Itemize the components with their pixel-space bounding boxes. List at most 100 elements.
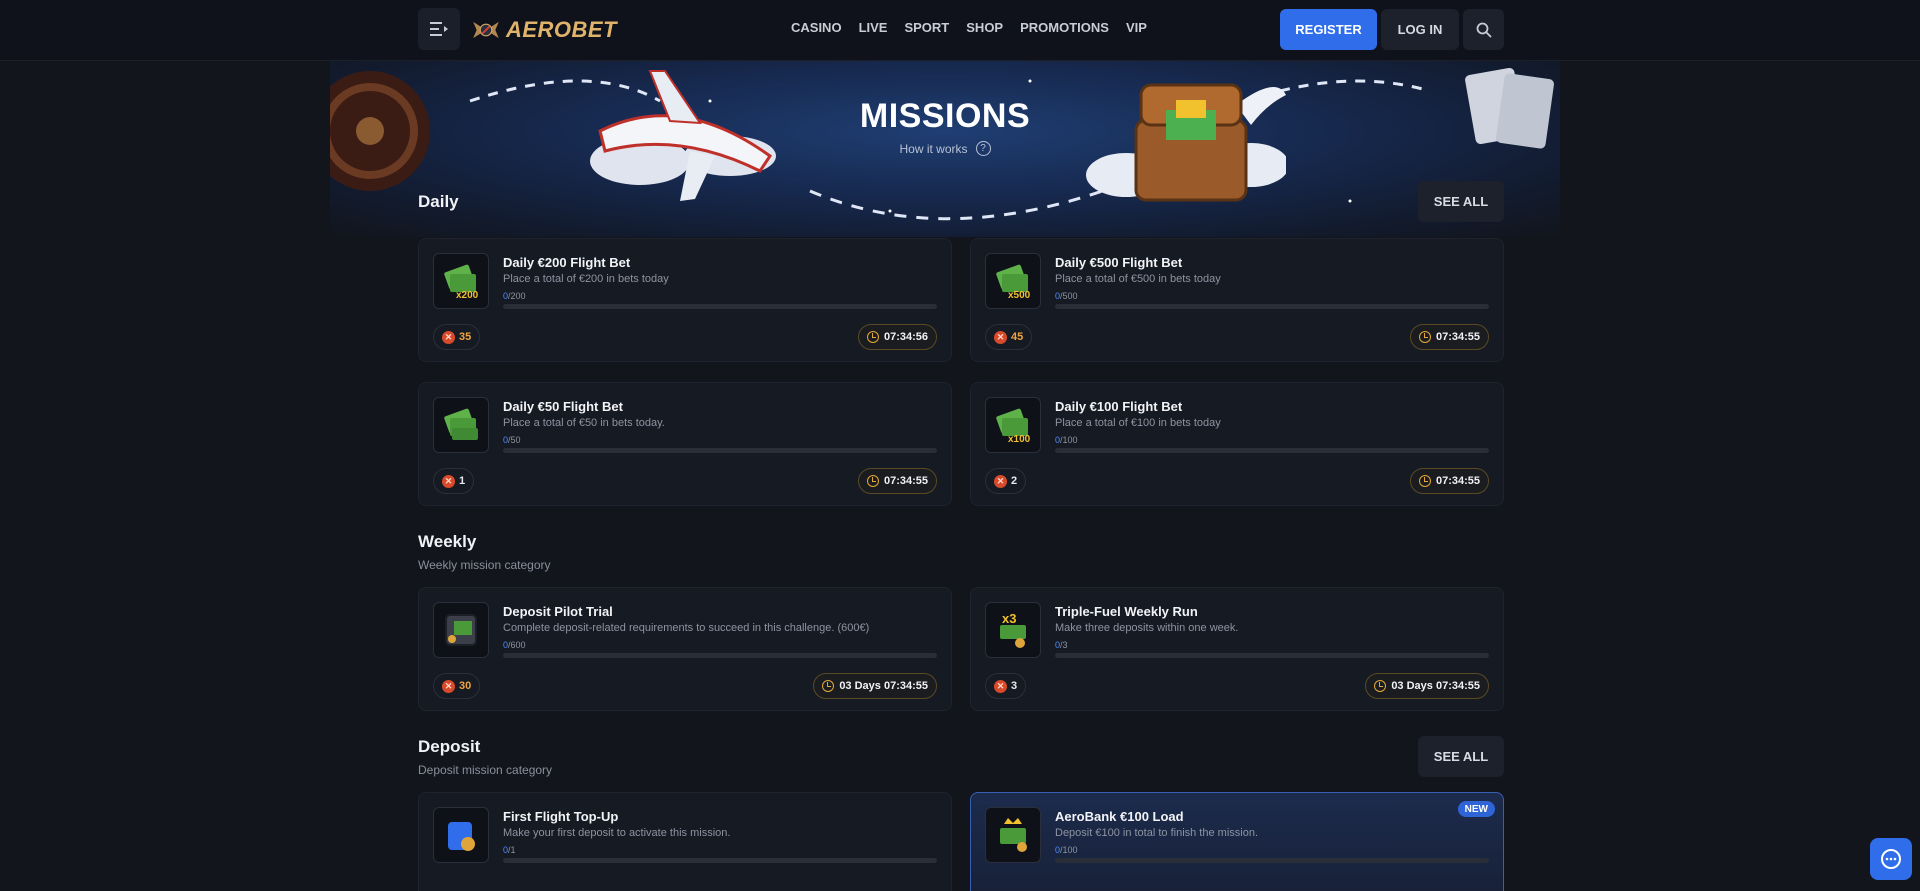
clock-icon: [866, 331, 879, 343]
mission-card[interactable]: x200 Daily €200 Flight Bet Place a total…: [418, 238, 952, 362]
nav-promotions[interactable]: PROMOTIONS: [1020, 20, 1109, 35]
top-navigation-bar: AEROBET CASINO LIVE SPORT SHOP PROMOTION…: [0, 0, 1920, 61]
mission-card[interactable]: x100 Daily €100 Flight Bet Place a total…: [970, 382, 1504, 506]
mission-title: AeroBank €100 Load: [1055, 809, 1184, 824]
brand-name: AEROBET: [505, 17, 617, 42]
wallet-1st-icon: [433, 807, 489, 863]
countdown-timer: 07:34:55: [1409, 468, 1489, 494]
mission-title: Daily €200 Flight Bet: [503, 255, 631, 270]
reward-points-badge: ✕ 1: [433, 468, 475, 494]
mission-progress-bar: [503, 653, 937, 658]
countdown-timer: 07:34:55: [1409, 324, 1489, 350]
chat-icon: [1881, 849, 1901, 869]
mission-description: Deposit €100 in total to finish the miss…: [1055, 827, 1259, 839]
clock-icon: [1418, 331, 1431, 343]
question-mark-icon: ?: [975, 141, 991, 156]
reward-points-badge: ✕ 3: [985, 673, 1027, 699]
section-title-deposit: Deposit: [418, 737, 481, 756]
svg-text:x200: x200: [456, 290, 479, 301]
search-button[interactable]: [1463, 9, 1504, 50]
mission-card[interactable]: x500 Daily €500 Flight Bet Place a total…: [970, 238, 1504, 362]
section-subtitle-deposit: Deposit mission category: [418, 763, 553, 777]
countdown-timer: 07:34:55: [857, 468, 937, 494]
cash-x100-icon: x100: [985, 397, 1041, 453]
nav-casino[interactable]: CASINO: [791, 20, 842, 35]
mission-progress-bar: [503, 858, 937, 863]
reward-coin-icon: ✕: [442, 679, 455, 693]
nav-shop[interactable]: SHOP: [966, 20, 1003, 35]
mission-progress-count: 0/600: [503, 640, 526, 650]
mission-description: Make three deposits within one week.: [1055, 622, 1239, 634]
countdown-timer: 03 Days 07:34:55: [813, 673, 937, 699]
live-chat-button[interactable]: [1870, 838, 1912, 880]
page-title: MISSIONS: [859, 97, 1031, 135]
mission-card-featured[interactable]: NEW AeroBank €100 Load Deposit €100 in t…: [970, 792, 1504, 891]
cash-crown-icon: [985, 807, 1041, 863]
reward-coin-icon: ✕: [442, 330, 455, 344]
clock-icon: [866, 475, 879, 487]
mission-description: Complete deposit-related requirements to…: [503, 622, 870, 634]
mission-description: Place a total of €100 in bets today: [1055, 417, 1221, 429]
reward-coin-icon: ✕: [994, 330, 1007, 344]
clock-icon: [1374, 680, 1387, 692]
mission-progress-bar: [1055, 653, 1489, 658]
register-button[interactable]: REGISTER: [1280, 9, 1377, 50]
mission-card[interactable]: First Flight Top-Up Make your first depo…: [418, 792, 952, 891]
mission-title: Daily €500 Flight Bet: [1055, 255, 1183, 270]
menu-toggle-button[interactable]: [418, 8, 460, 50]
mission-description: Place a total of €500 in bets today: [1055, 273, 1221, 285]
mission-title: Triple-Fuel Weekly Run: [1055, 604, 1198, 619]
mission-title: Deposit Pilot Trial: [503, 604, 613, 619]
reward-coin-icon: ✕: [442, 474, 455, 488]
mission-progress-bar: [503, 448, 937, 453]
mission-progress-bar: [1055, 304, 1489, 309]
mission-progress-bar: [1055, 858, 1489, 863]
menu-icon: [430, 22, 448, 36]
mission-description: Place a total of €200 in bets today: [503, 273, 669, 285]
how-it-works-link[interactable]: How it works ?: [330, 141, 1560, 156]
section-subtitle-weekly: Weekly mission category: [418, 558, 551, 572]
mission-description: Place a total of €50 in bets today.: [503, 417, 665, 429]
search-icon: [1476, 22, 1492, 38]
nav-vip[interactable]: VIP: [1126, 20, 1147, 35]
clock-icon: [1418, 475, 1431, 487]
mission-progress-count: 0/50: [503, 435, 521, 445]
login-button[interactable]: LOG IN: [1381, 9, 1459, 50]
mission-card[interactable]: Daily €50 Flight Bet Place a total of €5…: [418, 382, 952, 506]
mission-progress-count: 0/500: [1055, 291, 1078, 301]
reward-points-badge: ✕ 2: [985, 468, 1027, 494]
countdown-timer: 03 Days 07:34:55: [1365, 673, 1489, 699]
missions-hero-banner: MISSIONS How it works ?: [330, 61, 1560, 237]
clock-icon: [822, 680, 835, 692]
mission-card[interactable]: Deposit Pilot Trial Complete deposit-rel…: [418, 587, 952, 711]
cash-x500-icon: x500: [985, 253, 1041, 309]
brand-logo[interactable]: AEROBET: [472, 8, 617, 52]
cash-stack-icon: [433, 397, 489, 453]
main-nav: CASINO LIVE SPORT SHOP PROMOTIONS VIP: [791, 20, 1147, 35]
mission-progress-count: 0/3: [1055, 640, 1068, 650]
reward-coin-icon: ✕: [994, 474, 1007, 488]
reward-points-badge: ✕ 45: [985, 324, 1033, 350]
safe-icon: [433, 602, 489, 658]
cash-x3-icon: x3: [985, 602, 1041, 658]
daily-see-all-button[interactable]: SEE ALL: [1418, 181, 1504, 222]
mission-card[interactable]: x3 Triple-Fuel Weekly Run Make three dep…: [970, 587, 1504, 711]
svg-text:x500: x500: [1008, 290, 1031, 301]
svg-text:x100: x100: [1008, 434, 1031, 445]
mission-progress-count: 0/100: [1055, 845, 1078, 855]
new-badge: NEW: [1457, 801, 1495, 817]
mission-progress-count: 0/200: [503, 291, 526, 301]
reward-coin-icon: ✕: [994, 679, 1007, 693]
mission-title: Daily €100 Flight Bet: [1055, 399, 1183, 414]
reward-points-badge: ✕ 30: [433, 673, 481, 699]
cash-x200-icon: x200: [433, 253, 489, 309]
mission-progress-bar: [1055, 448, 1489, 453]
nav-sport[interactable]: SPORT: [904, 20, 949, 35]
nav-live[interactable]: LIVE: [859, 20, 888, 35]
winged-emblem-icon: [473, 21, 499, 39]
mission-title: First Flight Top-Up: [503, 809, 619, 824]
mission-progress-count: 0/1: [503, 845, 516, 855]
mission-progress-bar: [503, 304, 937, 309]
svg-text:x3: x3: [1002, 611, 1016, 626]
deposit-see-all-button[interactable]: SEE ALL: [1418, 736, 1504, 777]
